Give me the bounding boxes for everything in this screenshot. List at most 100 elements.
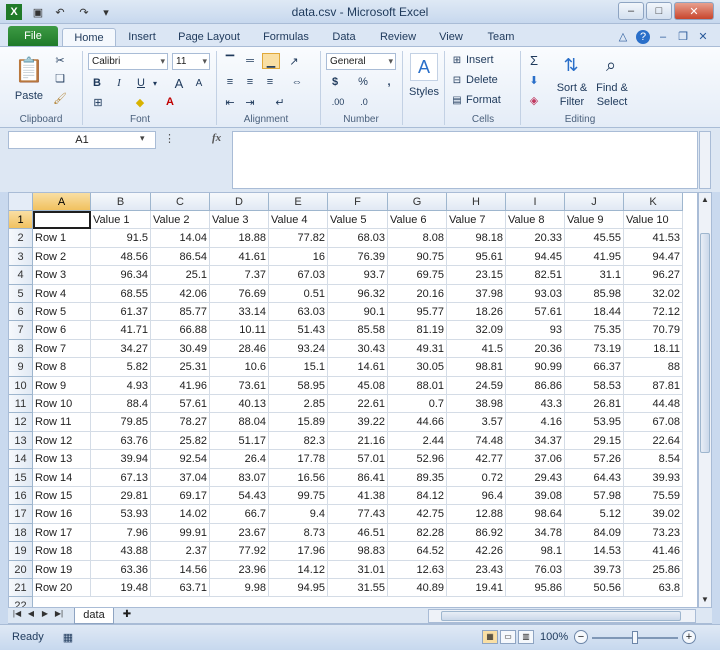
table-cell[interactable]: 74.48 [447,431,506,451]
table-cell[interactable]: 99.75 [269,487,328,506]
table-cell[interactable]: 16 [269,247,328,267]
table-cell[interactable]: 43.3 [506,395,565,414]
column-header-i[interactable]: I [506,193,565,211]
align-middle-icon[interactable]: ═ [242,53,258,69]
table-cell[interactable]: 98.81 [447,358,506,377]
table-cell[interactable]: 23.15 [447,266,506,285]
zoom-out-button[interactable]: − [574,630,588,644]
align-right-icon[interactable]: ≡ [262,74,278,90]
row-header[interactable]: 19 [9,542,33,561]
vertical-scroll-thumb[interactable] [700,233,710,453]
fill-color-icon[interactable]: ◆ [132,95,148,109]
table-cell[interactable]: Row 10 [33,395,91,414]
table-cell[interactable]: 30.05 [388,358,447,377]
table-cell[interactable]: 81.19 [388,321,447,340]
column-header-g[interactable]: G [388,193,447,211]
row-header[interactable]: 8 [9,339,33,359]
table-cell[interactable]: 41.46 [624,542,683,561]
table-cell[interactable]: 84.09 [565,523,624,543]
tab-home[interactable]: Home [62,28,116,46]
last-sheet-icon[interactable]: ▶| [54,609,64,618]
table-cell[interactable]: 9.4 [269,505,328,524]
table-cell[interactable]: 86.86 [506,376,565,395]
table-cell[interactable]: 63.71 [151,579,210,598]
table-cell[interactable]: 99.91 [151,523,210,543]
row-header[interactable]: 7 [9,321,33,340]
table-cell[interactable]: 85.77 [151,303,210,322]
table-cell[interactable]: 42.75 [388,505,447,524]
zoom-level[interactable]: 100% [540,631,568,643]
insert-cells-icon[interactable]: ⊞ [450,53,464,67]
table-cell[interactable]: 41.61 [210,247,269,267]
table-cell[interactable]: 41.38 [328,487,388,506]
percent-style-button[interactable]: % [356,74,370,90]
table-cell[interactable]: 20.33 [506,229,565,248]
number-format-combo[interactable]: General [326,53,396,70]
table-cell[interactable]: 2.85 [269,395,328,414]
table-cell[interactable]: 15.89 [269,413,328,432]
table-cell[interactable]: 82.51 [506,266,565,285]
table-cell[interactable]: Row 8 [33,358,91,377]
table-cell[interactable]: Row 6 [33,321,91,340]
name-box-dropdown-icon[interactable]: ▾ [140,133,145,144]
table-cell[interactable]: 67.03 [269,266,328,285]
styles-icon[interactable]: A [410,53,438,81]
table-cell[interactable]: 93.03 [506,284,565,303]
table-cell[interactable]: 98.18 [447,229,506,248]
sort-filter-label[interactable]: Sort & [550,81,594,94]
table-cell[interactable]: 25.86 [624,560,683,579]
row-header[interactable]: 3 [9,247,33,267]
decrease-decimal-icon[interactable]: .0 [354,95,374,109]
table-cell[interactable]: 12.63 [388,560,447,579]
row-header[interactable]: 18 [9,523,33,543]
table-cell[interactable]: 39.94 [91,450,151,469]
worksheet-grid[interactable]: ABCDEFGHIJK 1 Value 1 Value 2 Value 3 Value … [8,192,698,608]
table-cell[interactable]: Row 16 [33,505,91,524]
row-header[interactable]: 5 [9,284,33,303]
header-cell[interactable]: Value 6 [388,211,447,230]
table-cell[interactable]: 17.96 [269,542,328,561]
table-cell[interactable]: 40.89 [388,579,447,598]
table-cell[interactable]: 70.79 [624,321,683,340]
prev-sheet-icon[interactable]: ◀ [26,609,36,618]
table-cell[interactable]: 37.98 [447,284,506,303]
table-cell[interactable]: 88 [624,358,683,377]
table-cell[interactable]: 76.03 [506,560,565,579]
table-cell[interactable]: 76.69 [210,284,269,303]
format-cells-button[interactable]: Format [466,93,510,107]
table-cell[interactable]: 46.51 [328,523,388,543]
row-header[interactable]: 9 [9,358,33,377]
column-header-d[interactable]: D [210,193,269,211]
table-cell[interactable]: 34.27 [91,339,151,359]
table-cell[interactable]: Row 14 [33,468,91,487]
table-cell[interactable]: 45.55 [565,229,624,248]
table-cell[interactable]: 45.08 [328,376,388,395]
row-header[interactable]: 4 [9,266,33,285]
table-cell[interactable]: 21.16 [328,431,388,451]
workbook-minimize-icon[interactable]: – [656,30,670,44]
table-cell[interactable]: 39.73 [565,560,624,579]
underline-dropdown-icon[interactable]: ▾ [150,75,160,91]
table-cell[interactable]: 39.08 [506,487,565,506]
table-cell[interactable]: 0.7 [388,395,447,414]
table-cell[interactable]: 63.36 [91,560,151,579]
table-cell[interactable]: 19.41 [447,579,506,598]
align-bottom-icon[interactable]: ▁ [262,53,280,69]
table-cell[interactable]: 29.43 [506,468,565,487]
table-cell[interactable]: Row 12 [33,431,91,451]
close-button[interactable]: ✕ [674,2,714,20]
table-cell[interactable]: 90.1 [328,303,388,322]
font-size-combo[interactable]: 11 [172,53,210,70]
table-cell[interactable]: 19.48 [91,579,151,598]
row-header[interactable]: 15 [9,468,33,487]
table-cell[interactable]: 52.96 [388,450,447,469]
row-header[interactable]: 17 [9,505,33,524]
header-cell[interactable] [33,211,91,230]
grow-font-button[interactable]: A [172,75,186,91]
row-header[interactable]: 21 [9,579,33,598]
accounting-format-button[interactable]: $ [328,74,342,90]
table-cell[interactable]: 41.96 [151,376,210,395]
column-header-k[interactable]: K [624,193,683,211]
row-header[interactable]: 10 [9,376,33,395]
table-cell[interactable]: 14.53 [565,542,624,561]
